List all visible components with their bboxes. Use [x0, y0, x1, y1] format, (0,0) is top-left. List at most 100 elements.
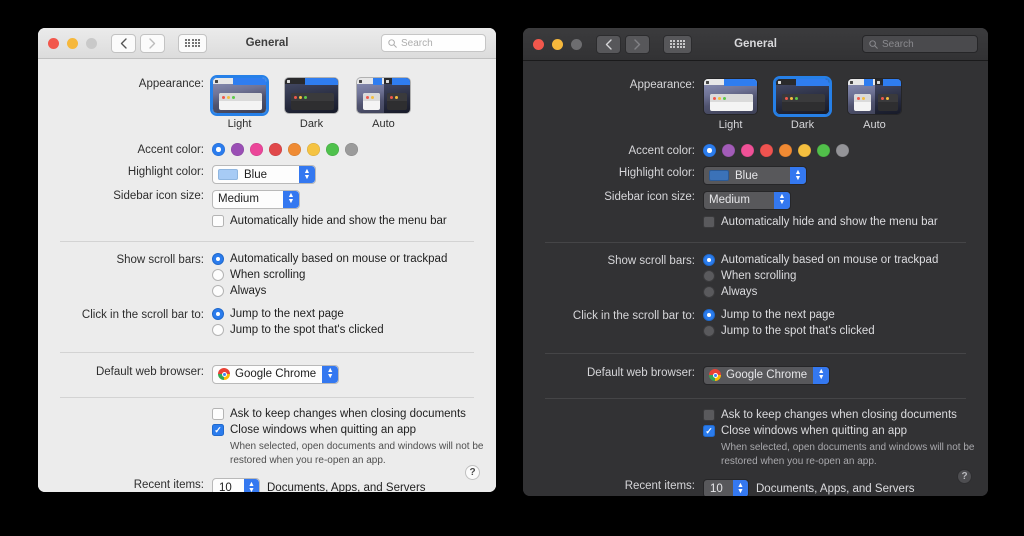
close-windows-checkbox[interactable]: Close windows when quitting an app [212, 424, 496, 436]
accent-swatch-blue[interactable] [703, 144, 716, 157]
help-button[interactable]: ? [465, 465, 480, 480]
radio-dot[interactable] [703, 324, 715, 337]
chevron-updown-icon[interactable]: ▲ ▼ [244, 479, 259, 492]
appearance-option-light[interactable]: Light [210, 75, 269, 130]
appearance-thumb-dark[interactable] [773, 76, 832, 117]
scroll-bars-option-automatic[interactable]: Automatically based on mouse or trackpad [703, 253, 988, 266]
scroll-bars-option-always[interactable]: Always [212, 284, 496, 297]
sidebar-icon-size-select[interactable]: Medium ▲ ▼ [703, 190, 791, 210]
help-button[interactable]: ? [957, 469, 972, 484]
checkbox-box[interactable] [212, 424, 224, 436]
recent-items-stepper[interactable]: 10 ▲ ▼ [703, 479, 749, 496]
auto-hide-menu-bar-checkbox[interactable]: Automatically hide and show the menu bar [212, 214, 496, 227]
appearance-label-dark: Dark [790, 119, 815, 131]
appearance-thumb-auto[interactable] [847, 78, 902, 115]
recent-items-row: Recent items: 10 ▲ ▼ Documents, Apps, and… [523, 479, 988, 496]
checkbox-box[interactable] [212, 214, 224, 227]
accent-color-row: Accent color: [523, 144, 988, 157]
ask-keep-changes-checkbox[interactable]: Ask to keep changes when closing documen… [703, 409, 988, 421]
scroll-bars-option-when-scrolling[interactable]: When scrolling [212, 268, 496, 281]
appearance-option-light[interactable]: Light [703, 78, 758, 131]
search-field[interactable]: Search [862, 35, 978, 53]
accent-swatch-pink[interactable] [250, 143, 263, 156]
chevron-updown-icon[interactable]: ▲ ▼ [733, 480, 748, 496]
radio-dot[interactable] [703, 269, 715, 282]
recent-items-stepper[interactable]: 10 ▲ ▼ [212, 478, 260, 492]
checkbox-box[interactable] [703, 215, 715, 228]
close-window-button[interactable] [533, 38, 544, 50]
accent-swatch-orange[interactable] [288, 143, 301, 156]
default-browser-select[interactable]: Google Chrome ▲ ▼ [212, 364, 340, 384]
zoom-window-button[interactable] [571, 38, 582, 50]
appearance-option-auto[interactable]: Auto [847, 78, 902, 131]
accent-swatch-pink[interactable] [741, 144, 754, 157]
accent-swatch-purple[interactable] [722, 144, 735, 157]
accent-swatch-yellow[interactable] [798, 144, 811, 157]
click-scroll-option-spot-clicked[interactable]: Jump to the spot that's clicked [212, 323, 496, 336]
checkbox-box[interactable] [703, 425, 715, 437]
accent-swatch-graphite[interactable] [345, 143, 358, 156]
accent-swatch-blue[interactable] [212, 143, 225, 156]
radio-dot[interactable] [703, 285, 715, 298]
click-scroll-option-next-page[interactable]: Jump to the next page [703, 308, 988, 321]
radio-dot[interactable] [212, 268, 224, 281]
click-scroll-option-spot-clicked[interactable]: Jump to the spot that's clicked [703, 324, 988, 337]
search-field[interactable]: Search [381, 34, 486, 52]
highlight-color-select[interactable]: Blue ▲ ▼ [703, 166, 807, 185]
radio-dot[interactable] [703, 308, 715, 321]
back-button[interactable] [596, 34, 621, 54]
accent-color-label: Accent color: [137, 144, 204, 156]
scroll-bars-option-automatic[interactable]: Automatically based on mouse or trackpad [212, 252, 496, 265]
forward-button[interactable] [625, 34, 650, 54]
appearance-thumb-auto[interactable] [356, 77, 411, 114]
ask-keep-changes-checkbox[interactable]: Ask to keep changes when closing documen… [212, 408, 496, 420]
minimize-window-button[interactable] [67, 37, 78, 49]
accent-swatch-orange[interactable] [779, 144, 792, 157]
preferences-body: Appearance: Light Dark Auto Accent color… [38, 59, 496, 492]
highlight-color-select[interactable]: Blue ▲ ▼ [212, 165, 316, 184]
show-all-preferences-button[interactable] [663, 34, 692, 54]
checkbox-box[interactable] [703, 409, 715, 421]
minimize-window-button[interactable] [552, 38, 563, 50]
auto-hide-menu-bar-checkbox[interactable]: Automatically hide and show the menu bar [703, 215, 988, 228]
appearance-thumb-light[interactable] [210, 75, 269, 116]
zoom-window-button[interactable] [86, 37, 97, 49]
title-bar[interactable]: General Search [523, 28, 988, 61]
accent-swatch-green[interactable] [326, 143, 339, 156]
close-windows-checkbox[interactable]: Close windows when quitting an app [703, 425, 988, 437]
accent-swatch-red[interactable] [760, 144, 773, 157]
accent-swatch-red[interactable] [269, 143, 282, 156]
appearance-thumb-light[interactable] [703, 78, 758, 115]
show-all-preferences-button[interactable] [178, 33, 207, 53]
show-scroll-bars-row: Show scroll bars: Automatically based on… [38, 252, 496, 301]
scroll-bars-option-label: Automatically based on mouse or trackpad [721, 253, 939, 266]
scroll-bars-option-when-scrolling[interactable]: When scrolling [703, 269, 988, 282]
close-windows-label: Close windows when quitting an app [230, 424, 417, 436]
radio-dot[interactable] [212, 252, 224, 265]
sidebar-icon-size-select[interactable]: Medium ▲ ▼ [212, 189, 300, 209]
highlight-color-label: Highlight color: [618, 167, 695, 179]
forward-button[interactable] [140, 33, 165, 53]
appearance-option-dark[interactable]: Dark [773, 76, 832, 131]
default-browser-row: Default web browser: Google Chrome ▲ ▼ [523, 365, 988, 387]
scroll-bars-option-always[interactable]: Always [703, 285, 988, 298]
appearance-option-dark[interactable]: Dark [284, 77, 339, 130]
title-bar[interactable]: General Search [38, 28, 496, 59]
default-browser-select[interactable]: Google Chrome ▲ ▼ [703, 365, 831, 385]
accent-swatch-yellow[interactable] [307, 143, 320, 156]
checkbox-box[interactable] [212, 408, 224, 420]
accent-swatch-graphite[interactable] [836, 144, 849, 157]
radio-dot[interactable] [212, 284, 224, 297]
appearance-option-auto[interactable]: Auto [356, 77, 411, 130]
radio-dot[interactable] [212, 307, 224, 320]
click-scroll-option-next-page[interactable]: Jump to the next page [212, 307, 496, 320]
chevron-updown-icon: ▲ ▼ [813, 366, 830, 384]
radio-dot[interactable] [703, 253, 715, 266]
accent-swatch-green[interactable] [817, 144, 830, 157]
back-button[interactable] [111, 33, 136, 53]
radio-dot[interactable] [212, 323, 224, 336]
close-window-button[interactable] [48, 37, 59, 49]
appearance-thumb-dark[interactable] [284, 77, 339, 114]
accent-swatch-purple[interactable] [231, 143, 244, 156]
click-scroll-option-label: Jump to the next page [230, 307, 344, 320]
